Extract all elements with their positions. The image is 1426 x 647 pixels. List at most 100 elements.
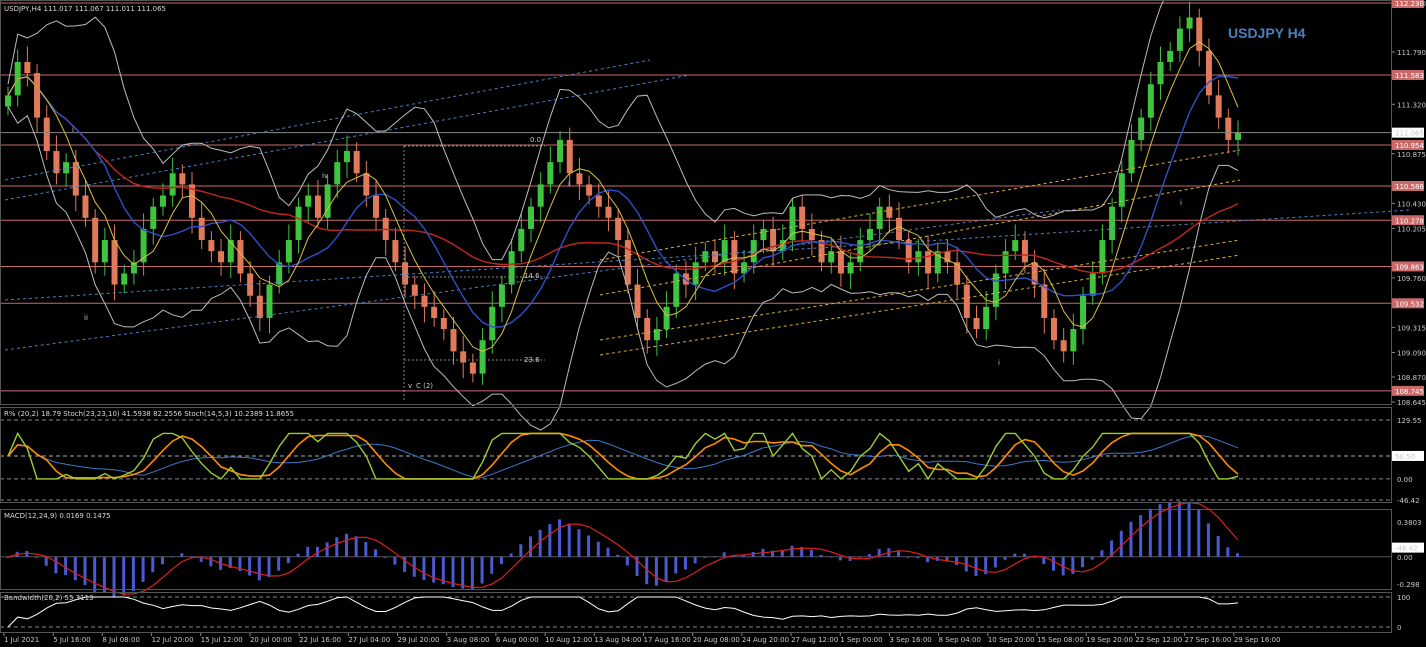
candle	[24, 61, 31, 74]
candle	[721, 240, 728, 263]
macd-bar	[461, 556, 465, 589]
candle	[557, 139, 564, 163]
price-label: 108.870	[1397, 374, 1426, 382]
candle	[266, 284, 273, 318]
wave-label: i	[998, 359, 1000, 367]
candle	[179, 173, 186, 185]
time-label: 1 Sep 00:00	[840, 636, 882, 644]
time-label: 22 Jul 16:00	[299, 636, 341, 644]
macd-bar	[897, 551, 901, 557]
candle	[750, 240, 757, 263]
macd-bar	[325, 542, 329, 557]
level-tag-label: 112.230	[1395, 0, 1424, 8]
macd-bar	[277, 556, 281, 571]
fib-label: 23.6	[524, 356, 540, 364]
level-tag-label: 108.745	[1395, 388, 1424, 396]
candle	[673, 273, 680, 307]
candle	[256, 295, 263, 318]
candle	[1070, 329, 1077, 352]
time-label: 29 Jul 20:00	[398, 636, 440, 644]
candle	[1157, 61, 1164, 85]
bandwidth-panel[interactable]: 100 0	[0, 594, 1410, 632]
macd-bar	[1139, 515, 1143, 557]
candle	[527, 206, 534, 229]
macd-bar	[693, 556, 697, 564]
candle	[111, 240, 118, 285]
price-label: 109.090	[1397, 349, 1426, 357]
macd-bar	[54, 556, 58, 574]
price-label: 110.875	[1397, 151, 1426, 159]
level-tag-label: 110.278	[1395, 217, 1424, 225]
candle	[1215, 95, 1222, 118]
candle	[489, 306, 496, 341]
candle	[1147, 84, 1154, 118]
stochastic-panel[interactable]: 129.5550.500.00-46.4250.50	[0, 417, 1424, 505]
trading-chart[interactable]: 0.014.623.6iiiiviv C (2)ii USDJPY,H4 111.…	[0, 0, 1426, 647]
candle	[150, 206, 157, 229]
macd-tag-label: -46.42	[1395, 545, 1418, 553]
candle	[644, 317, 651, 341]
candle	[1109, 206, 1116, 241]
macd-bar	[180, 553, 184, 557]
candle	[421, 295, 428, 307]
candle	[1060, 340, 1067, 352]
stoch-header: R% (20,2) 18.79 Stoch(23,23,10) 41.5938 …	[4, 410, 294, 418]
macd-bar	[1197, 509, 1201, 557]
macd-bar	[73, 556, 77, 581]
time-label: 27 Sep 16:00	[1185, 636, 1232, 644]
candle	[828, 251, 835, 263]
macd-bar	[567, 523, 571, 557]
macd-bar	[722, 552, 726, 557]
candle	[5, 95, 11, 107]
main-price-panel[interactable]	[0, 1, 1391, 392]
macd-bar	[480, 556, 484, 584]
macd-panel[interactable]: 0.3803 0.00 -0.298 -46.42	[0, 501, 1424, 597]
macd-bar	[867, 554, 871, 557]
candle	[973, 317, 980, 330]
candle	[431, 306, 438, 318]
macd-bar	[664, 556, 668, 582]
stoch-slow-line	[7, 434, 1239, 479]
macd-bar	[257, 556, 261, 581]
candle	[624, 240, 631, 285]
panel-frame-2	[0, 509, 1392, 590]
time-label: 10 Sep 20:00	[988, 636, 1035, 644]
macd-bar	[131, 556, 135, 592]
time-axis[interactable]: 1 Jul 2021 5 Jul 16:00 8 Jul 08:00 12 Jul 2…	[3, 632, 1281, 644]
candle	[537, 184, 544, 207]
bandwidth-header: Bandwidth(20,2) 55.3113	[4, 594, 94, 602]
bw-scale-label: 100	[1397, 594, 1410, 602]
candle	[837, 251, 844, 274]
candle	[983, 306, 990, 330]
macd-bar	[151, 556, 155, 573]
macd-bar	[548, 524, 552, 557]
price-axis[interactable]: 112.230 111.790 111.320 110.875 110.430 110.2…	[1391, 0, 1426, 407]
candle	[692, 262, 699, 285]
macd-bar	[1090, 556, 1094, 560]
candle	[963, 284, 970, 318]
candle	[1205, 50, 1212, 96]
bw-scale-label: 0	[1397, 624, 1401, 632]
macd-bar	[993, 556, 997, 568]
macd-scale-label: 0.3803	[1397, 519, 1422, 527]
time-label: 5 Jul 16:00	[53, 636, 91, 644]
symbol-title: USDJPY H4	[1228, 25, 1306, 41]
candle	[101, 240, 108, 263]
time-label: 24 Aug 20:00	[742, 636, 789, 644]
candle	[847, 262, 854, 274]
time-label: 6 Aug 00:00	[496, 636, 539, 644]
candle	[1050, 317, 1057, 341]
candle	[373, 195, 380, 218]
time-label: 8 Jul 08:00	[102, 636, 140, 644]
time-label: 3 Sep 16:00	[889, 636, 931, 644]
candle	[1080, 295, 1087, 330]
macd-bar	[470, 556, 474, 590]
candle	[789, 206, 796, 241]
wave-label: i	[568, 180, 570, 188]
macd-bar	[703, 556, 707, 558]
macd-bar	[1168, 502, 1172, 557]
candle	[43, 117, 50, 152]
stoch-scale-label: 129.55	[1397, 417, 1422, 425]
macd-bar	[829, 556, 833, 558]
macd-bar	[422, 556, 426, 581]
